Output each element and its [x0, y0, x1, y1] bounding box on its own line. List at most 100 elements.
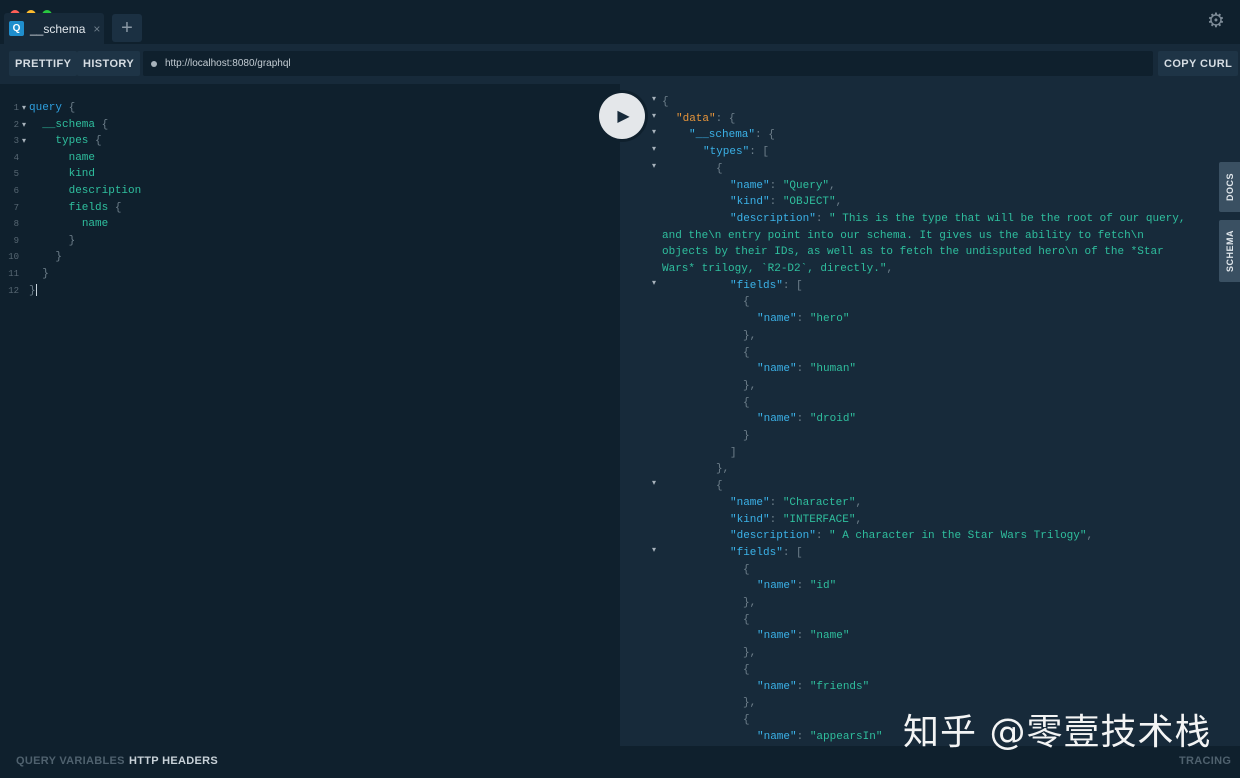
query-token: kind	[68, 168, 96, 181]
query-line: 12}	[0, 283, 37, 299]
query-token: fields	[68, 201, 109, 214]
result-token: :	[815, 212, 830, 225]
query-line: 4 name	[0, 150, 95, 166]
fold-arrow-icon[interactable]: ▾	[652, 545, 656, 555]
result-token: "fields"	[730, 279, 783, 292]
result-line: {	[743, 612, 1240, 628]
history-button[interactable]: HISTORY	[77, 51, 141, 76]
result-token: ,	[1086, 530, 1094, 543]
result-token: " This is the type that will be the root…	[829, 212, 1186, 225]
fold-arrow-icon[interactable]: ▾	[19, 101, 29, 117]
line-number: 9	[13, 235, 19, 246]
result-line: objects by their IDs, as well as to fetc…	[662, 244, 1240, 260]
result-line: and the\n entry point into our schema. I…	[662, 228, 1240, 244]
result-token: :	[769, 513, 783, 526]
result-line: {	[716, 161, 1240, 177]
tracing-tab[interactable]: TRACING	[1179, 755, 1231, 767]
query-token: {	[95, 118, 109, 131]
result-token: "name"	[809, 630, 850, 643]
fold-arrow-icon[interactable]: ▾	[19, 134, 29, 150]
result-token: "name"	[730, 179, 770, 192]
result-token: },	[743, 379, 757, 392]
prettify-button[interactable]: PRETTIFY	[9, 51, 78, 76]
result-token: :	[796, 413, 810, 426]
query-token: {	[62, 102, 76, 114]
fold-arrow-icon[interactable]: ▾	[19, 118, 29, 134]
result-token: "name"	[757, 313, 797, 326]
result-line: ]	[730, 445, 1240, 461]
query-line: 1 ▾ query {	[0, 100, 76, 117]
query-token: name	[68, 151, 96, 164]
result-token: :	[769, 496, 783, 509]
tab-schema[interactable]: Q __schema ×	[4, 13, 104, 44]
query-line: 3 ▾ types {	[0, 133, 102, 149]
query-variables-tab[interactable]: QUERY VARIABLES	[16, 755, 125, 767]
line-number: 2	[13, 119, 19, 130]
result-line: "description": " A character in the Star…	[730, 528, 1240, 544]
result-token: "kind"	[730, 196, 770, 209]
query-token: query	[29, 102, 63, 114]
query-token: }	[55, 251, 63, 264]
fold-arrow-icon[interactable]: ▾	[652, 478, 656, 488]
result-token: {	[743, 296, 750, 309]
fold-arrow-icon[interactable]: ▾	[652, 278, 656, 288]
line-number: 1	[13, 103, 19, 113]
result-line: "types": [	[703, 144, 1240, 160]
result-line: "name": "hero"	[757, 311, 1240, 327]
result-token: :	[796, 730, 810, 743]
query-token: }	[68, 234, 76, 247]
execute-query-button[interactable]: ▶	[599, 93, 645, 139]
result-token: "fields"	[730, 546, 783, 559]
result-token: },	[743, 697, 757, 710]
result-token: "name"	[757, 363, 797, 376]
line-number: 11	[8, 269, 19, 279]
query-editor[interactable]: 1 ▾ query {2 ▾ __schema {3 ▾ types {4 name 5 …	[0, 84, 620, 746]
result-line: "name": "name"	[757, 628, 1240, 644]
result-token: :	[769, 196, 783, 209]
result-token: {	[743, 663, 750, 676]
result-line: "kind": "OBJECT",	[730, 194, 1240, 210]
line-number: 3	[13, 136, 19, 147]
result-line: {	[716, 478, 1240, 494]
result-token: "friends"	[809, 680, 870, 693]
result-line: "data": {	[676, 111, 1240, 127]
result-token: "droid"	[809, 413, 857, 426]
schema-tab[interactable]: SCHEMA	[1219, 220, 1240, 282]
gear-icon[interactable]: ⚙	[1206, 11, 1226, 31]
result-line: "name": "human"	[757, 361, 1240, 377]
fold-arrow-icon[interactable]: ▾	[652, 111, 656, 121]
fold-arrow-icon[interactable]: ▾	[652, 127, 656, 137]
tab-close-icon[interactable]: ×	[93, 22, 100, 36]
query-token: {	[108, 201, 122, 214]
copy-curl-button[interactable]: COPY CURL	[1158, 51, 1239, 76]
result-token: ,	[886, 263, 894, 275]
result-token: "name"	[757, 413, 797, 426]
fold-arrow-icon[interactable]: ▾	[652, 144, 656, 154]
result-line: "name": "friends"	[757, 679, 1240, 695]
result-token: Wars* trilogy, `R2-D2`, directly."	[662, 263, 887, 275]
new-tab-button[interactable]: +	[112, 14, 142, 42]
result-token: {	[662, 96, 669, 108]
result-token: {	[743, 713, 750, 726]
docs-tab-label: DOCS	[1224, 172, 1235, 202]
fold-arrow-icon[interactable]: ▾	[652, 94, 656, 104]
result-token: {	[716, 480, 723, 493]
query-line: 7 fields {	[0, 200, 122, 216]
result-token: :	[796, 580, 810, 593]
text-cursor	[35, 283, 37, 296]
result-token: and the\n entry point into our schema. I…	[662, 229, 1144, 242]
result-token: :	[796, 313, 810, 326]
http-headers-tab[interactable]: HTTP HEADERS	[129, 755, 218, 767]
result-viewer[interactable]: ▾{▾ "data": {▾ "__schema": {▾ "types": [▾{"…	[620, 84, 1220, 746]
endpoint-url: http://localhost:8080/graphql	[165, 58, 291, 69]
status-dot-icon	[151, 60, 157, 67]
result-line: "fields": [	[730, 278, 1240, 294]
result-line: {	[743, 562, 1240, 578]
docs-tab[interactable]: DOCS	[1219, 162, 1240, 212]
result-line: Wars* trilogy, `R2-D2`, directly.",	[662, 261, 1240, 277]
fold-arrow-icon[interactable]: ▾	[652, 161, 656, 171]
result-token: },	[743, 647, 757, 660]
result-line: },	[743, 378, 1240, 394]
query-line: 11 }	[0, 266, 49, 282]
endpoint-url-input[interactable]: http://localhost:8080/graphql	[143, 51, 1153, 76]
